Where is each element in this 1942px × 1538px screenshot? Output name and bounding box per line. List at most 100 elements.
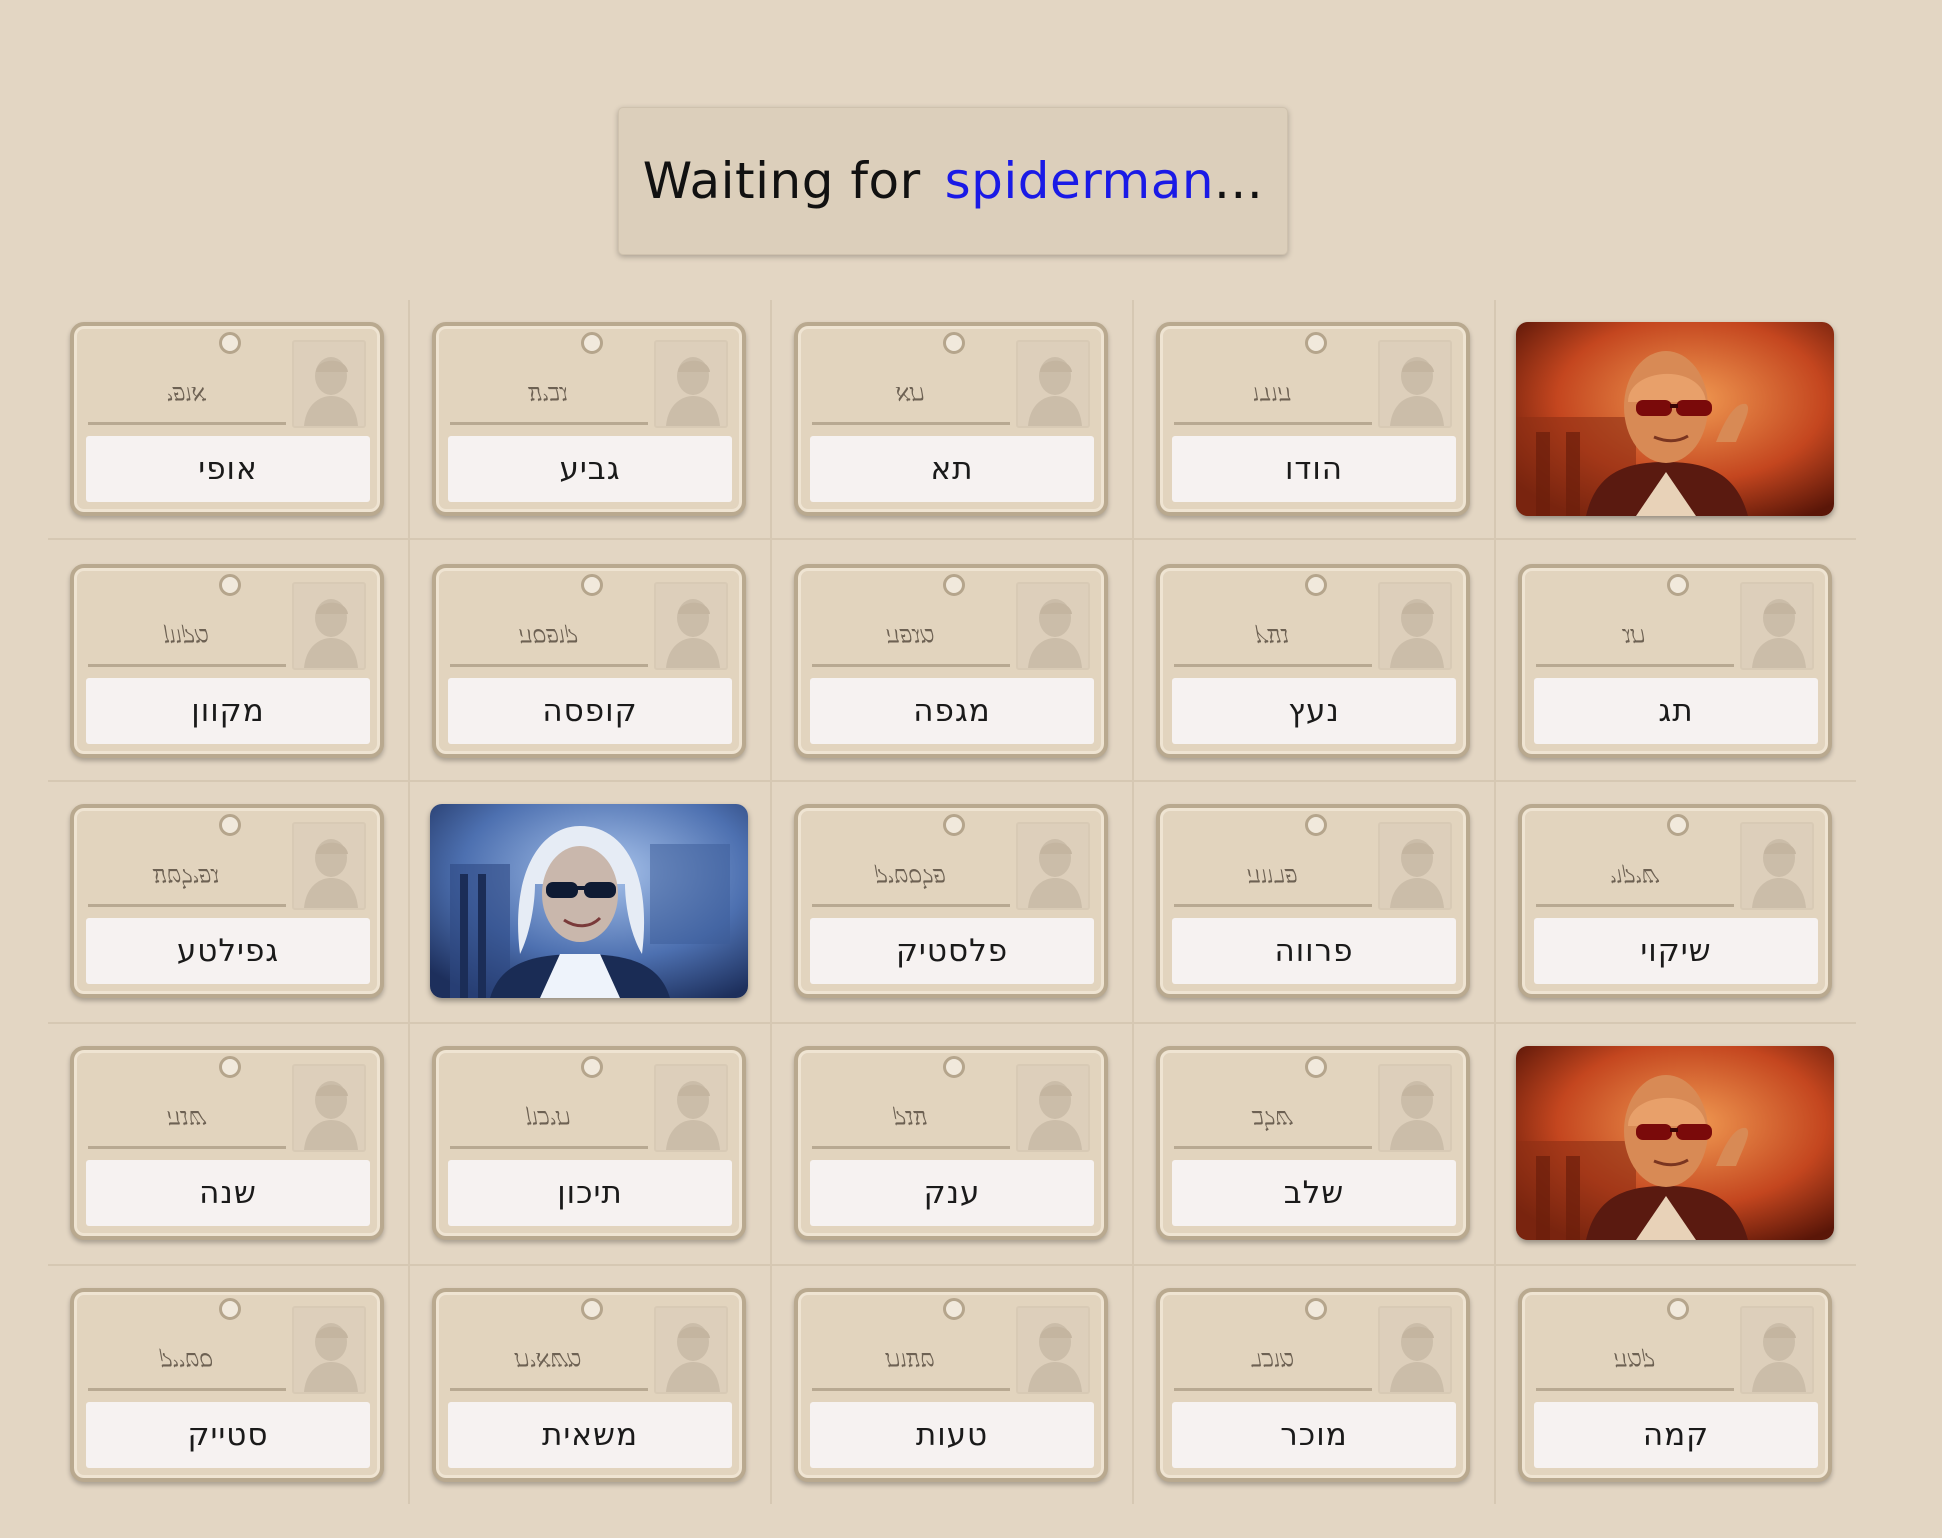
card-hole: [1667, 1298, 1689, 1320]
person-silhouette-icon: [294, 584, 364, 668]
word-card[interactable]: תא תא: [794, 322, 1108, 516]
photo-placeholder: [1378, 822, 1452, 910]
person-silhouette-icon: [294, 1066, 364, 1150]
card-word: תיכון: [448, 1160, 732, 1226]
word-card[interactable]: שיקוי שיקוי: [1518, 804, 1832, 998]
card-word: שנה: [86, 1160, 370, 1226]
word-card[interactable]: אופי אופי: [70, 322, 384, 516]
card-word: פלסטיק: [810, 918, 1094, 984]
photo-placeholder: [654, 340, 728, 428]
photo-placeholder: [1740, 1306, 1814, 1394]
blue-agent-card[interactable]: [430, 804, 748, 998]
card-word: ענק: [810, 1160, 1094, 1226]
photo-placeholder: [1740, 582, 1814, 670]
person-silhouette-icon: [1742, 584, 1812, 668]
mirrored-word: תג: [1622, 623, 1646, 651]
photo-placeholder: [654, 1064, 728, 1152]
word-card[interactable]: שנה שנה: [70, 1046, 384, 1240]
photo-placeholder: [1378, 582, 1452, 670]
card-underline: [1174, 422, 1372, 425]
card-hole: [1305, 574, 1327, 596]
person-silhouette-icon: [1018, 824, 1088, 908]
status-ellipsis: ...: [1214, 152, 1264, 210]
word-card[interactable]: משאית משאית: [432, 1288, 746, 1482]
mirrored-word: סטייק: [159, 1347, 213, 1375]
card-underline: [1536, 904, 1734, 907]
card-hole: [219, 1056, 241, 1078]
word-card[interactable]: שלב שלב: [1156, 1046, 1470, 1240]
card-word: פרווה: [1172, 918, 1456, 984]
card-hole: [219, 814, 241, 836]
card-underline: [88, 422, 286, 425]
card-word: מגפה: [810, 678, 1094, 744]
mirrored-word: קופסה: [518, 623, 578, 651]
photo-placeholder: [1016, 1306, 1090, 1394]
word-card[interactable]: תיכון תיכון: [432, 1046, 746, 1240]
card-hole: [943, 332, 965, 354]
person-silhouette-icon: [656, 1308, 726, 1392]
red-agent-card[interactable]: [1516, 1046, 1834, 1240]
word-card[interactable]: הודו הודו: [1156, 322, 1470, 516]
card-underline: [450, 1146, 648, 1149]
mirrored-word: תא: [895, 381, 925, 409]
word-card[interactable]: טעות טעות: [794, 1288, 1108, 1482]
person-silhouette-icon: [1380, 584, 1450, 668]
card-hole: [1667, 814, 1689, 836]
person-silhouette-icon: [1380, 342, 1450, 426]
mirrored-word: תיכון: [525, 1105, 571, 1133]
word-card[interactable]: סטייק סטייק: [70, 1288, 384, 1482]
card-underline: [88, 1146, 286, 1149]
photo-placeholder: [292, 582, 366, 670]
card-underline: [1536, 664, 1734, 667]
card-underline: [88, 904, 286, 907]
person-silhouette-icon: [1018, 342, 1088, 426]
card-word: שלב: [1172, 1160, 1456, 1226]
word-card[interactable]: פלסטיק פלסטיק: [794, 804, 1108, 998]
card-word: מוכר: [1172, 1402, 1456, 1468]
card-hole: [1305, 1298, 1327, 1320]
word-card[interactable]: ענק ענק: [794, 1046, 1108, 1240]
photo-placeholder: [1016, 340, 1090, 428]
card-word: גביע: [448, 436, 732, 502]
word-card[interactable]: מוכר מוכר: [1156, 1288, 1470, 1482]
person-silhouette-icon: [1742, 824, 1812, 908]
grid-divider: [1132, 300, 1134, 1504]
card-underline: [88, 1388, 286, 1391]
card-underline: [1174, 904, 1372, 907]
word-card[interactable]: נעץ נעץ: [1156, 564, 1470, 758]
word-card[interactable]: תג תג: [1518, 564, 1832, 758]
mirrored-word: מגפה: [885, 623, 935, 651]
card-hole: [219, 1298, 241, 1320]
word-card[interactable]: גביע גביע: [432, 322, 746, 516]
photo-placeholder: [292, 1306, 366, 1394]
red-agent-card[interactable]: [1516, 322, 1834, 516]
person-silhouette-icon: [656, 342, 726, 426]
card-hole: [581, 332, 603, 354]
person-silhouette-icon: [1018, 584, 1088, 668]
card-hole: [943, 574, 965, 596]
photo-placeholder: [1016, 822, 1090, 910]
word-card[interactable]: גפילטע גפילטע: [70, 804, 384, 998]
grid-divider: [48, 1022, 1856, 1024]
word-card[interactable]: פרווה פרווה: [1156, 804, 1470, 998]
card-underline: [450, 1388, 648, 1391]
word-card[interactable]: מקוון מקוון: [70, 564, 384, 758]
card-hole: [1305, 332, 1327, 354]
person-silhouette-icon: [294, 824, 364, 908]
card-underline: [88, 664, 286, 667]
card-hole: [581, 1298, 603, 1320]
person-silhouette-icon: [1018, 1308, 1088, 1392]
mirrored-word: שיקוי: [1609, 863, 1659, 891]
red-agent-icon: [1516, 1046, 1834, 1240]
person-silhouette-icon: [1742, 1308, 1812, 1392]
word-card[interactable]: קופסה קופסה: [432, 564, 746, 758]
mirrored-word: ענק: [892, 1105, 928, 1133]
card-underline: [450, 664, 648, 667]
word-card[interactable]: מגפה מגפה: [794, 564, 1108, 758]
person-silhouette-icon: [1380, 1308, 1450, 1392]
card-hole: [219, 574, 241, 596]
photo-placeholder: [292, 822, 366, 910]
word-card[interactable]: קמה קמה: [1518, 1288, 1832, 1482]
mirrored-word: אופי: [166, 381, 206, 409]
grid-divider: [48, 538, 1856, 540]
